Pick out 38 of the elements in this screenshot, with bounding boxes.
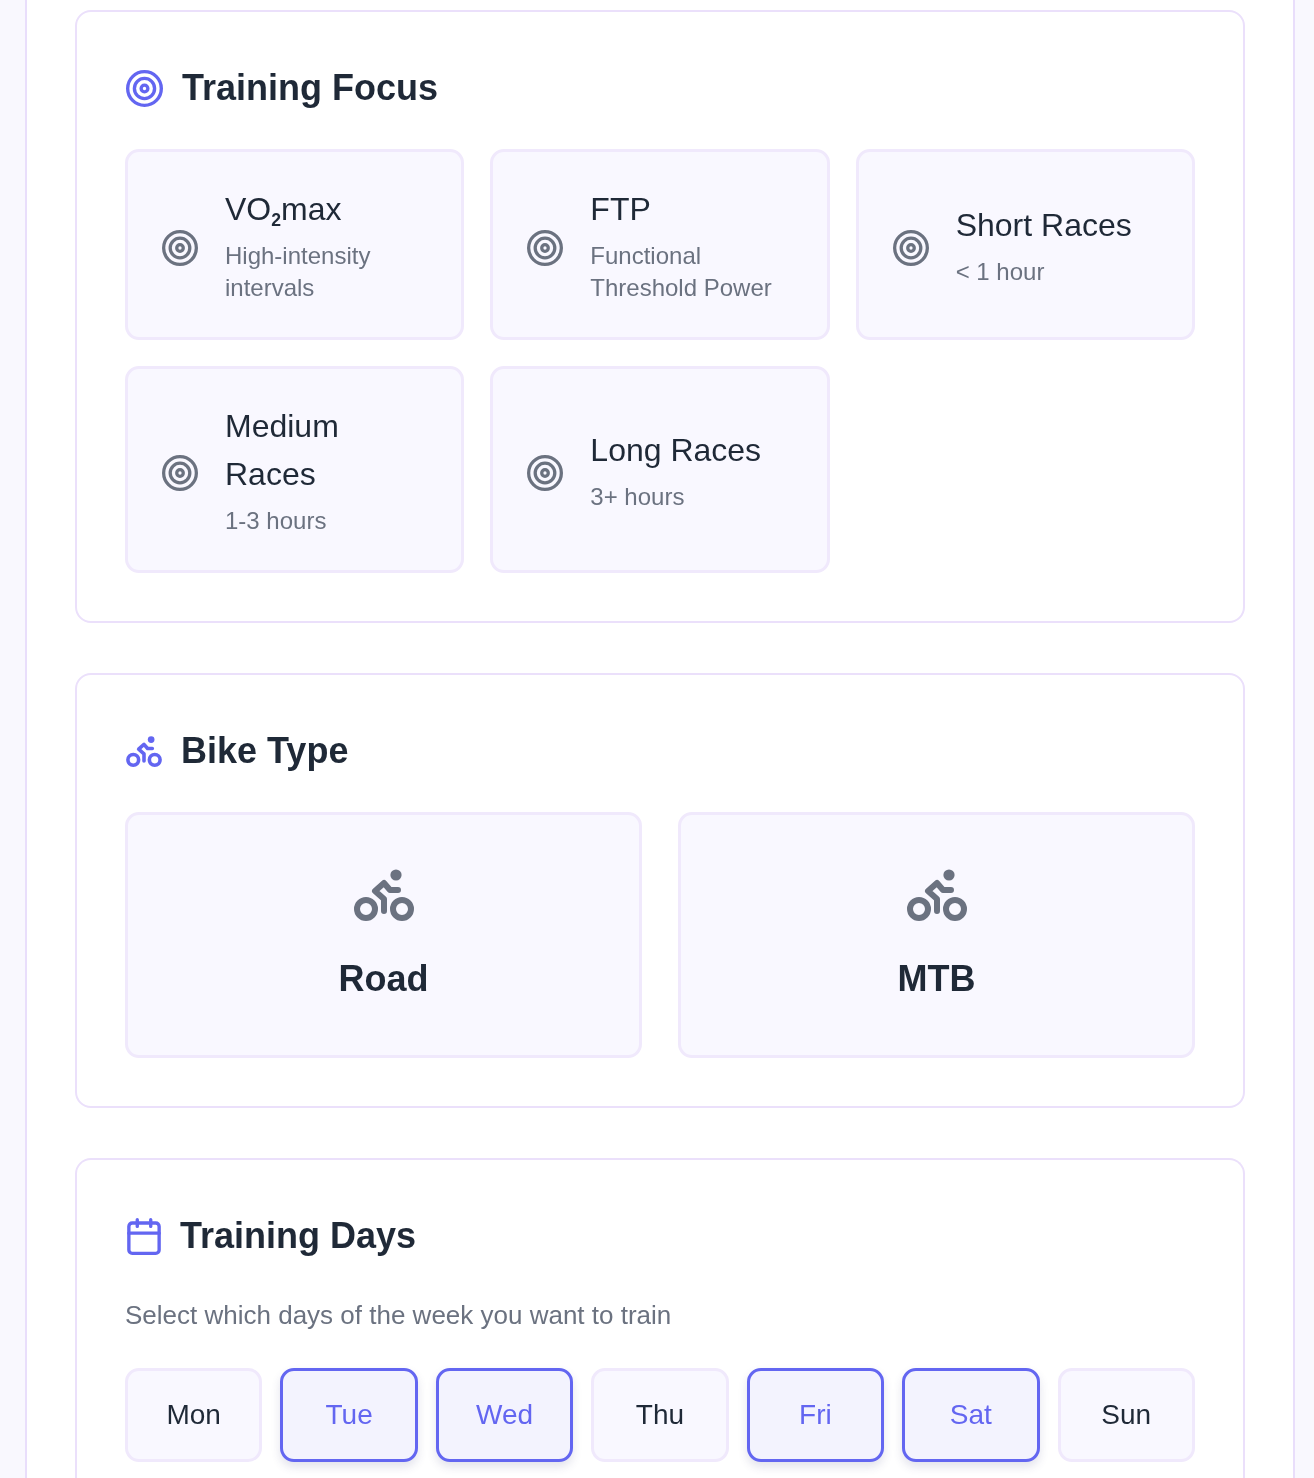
calendar-icon <box>127 1217 161 1255</box>
section-title: Training Focus <box>182 66 439 110</box>
focus-option[interactable]: Medium Races 1-3 hours <box>125 366 465 573</box>
target-icon <box>126 69 163 107</box>
bike-option[interactable]: Road <box>125 812 642 1058</box>
day-toggle[interactable]: Sat <box>902 1368 1040 1462</box>
bicycle-rider-icon <box>906 869 967 921</box>
target-icon <box>527 229 564 266</box>
option-title: Medium Races <box>225 407 340 494</box>
option-subtitle: 1-3 hours <box>225 506 328 536</box>
option-title: FTP <box>590 190 652 229</box>
focus-option[interactable]: VO$_{2}$max High-intensity intervals <box>125 149 465 340</box>
option-subtitle: 3+ hours <box>590 482 686 512</box>
bicycle-rider-icon <box>353 869 414 921</box>
day-toggle[interactable]: Fri <box>746 1368 885 1462</box>
target-icon <box>527 454 564 491</box>
option-subtitle: < 1 hour <box>955 257 1046 287</box>
focus-option[interactable]: Long Races 3+ hours <box>490 366 830 573</box>
option-subtitle: Functional Threshold Power <box>590 241 773 303</box>
option-title: VO$_{2}$max <box>225 190 343 233</box>
section-title: Bike Type <box>181 729 349 773</box>
target-icon <box>162 454 198 491</box>
bicycle-rider-icon <box>126 735 162 767</box>
target-icon <box>162 229 198 266</box>
day-toggle[interactable]: Thu <box>591 1368 729 1462</box>
option-title: Long Races <box>590 431 763 470</box>
section-title: Training Days <box>180 1214 417 1258</box>
day-toggle[interactable]: Wed <box>435 1368 574 1462</box>
day-toggle[interactable]: Sun <box>1057 1368 1195 1462</box>
focus-option[interactable]: FTP Functional Threshold Power <box>490 149 830 340</box>
focus-option[interactable]: Short Races < 1 hour <box>855 149 1195 340</box>
section-description: Select which days of the week you want to train <box>125 1299 673 1332</box>
day-toggle[interactable]: Mon <box>125 1368 263 1462</box>
day-toggle[interactable]: Tue <box>280 1368 418 1462</box>
bike-option[interactable]: MTB <box>678 812 1195 1058</box>
target-icon <box>892 229 929 266</box>
option-title: Short Races <box>955 206 1133 245</box>
option-subtitle: High-intensity intervals <box>225 241 372 303</box>
